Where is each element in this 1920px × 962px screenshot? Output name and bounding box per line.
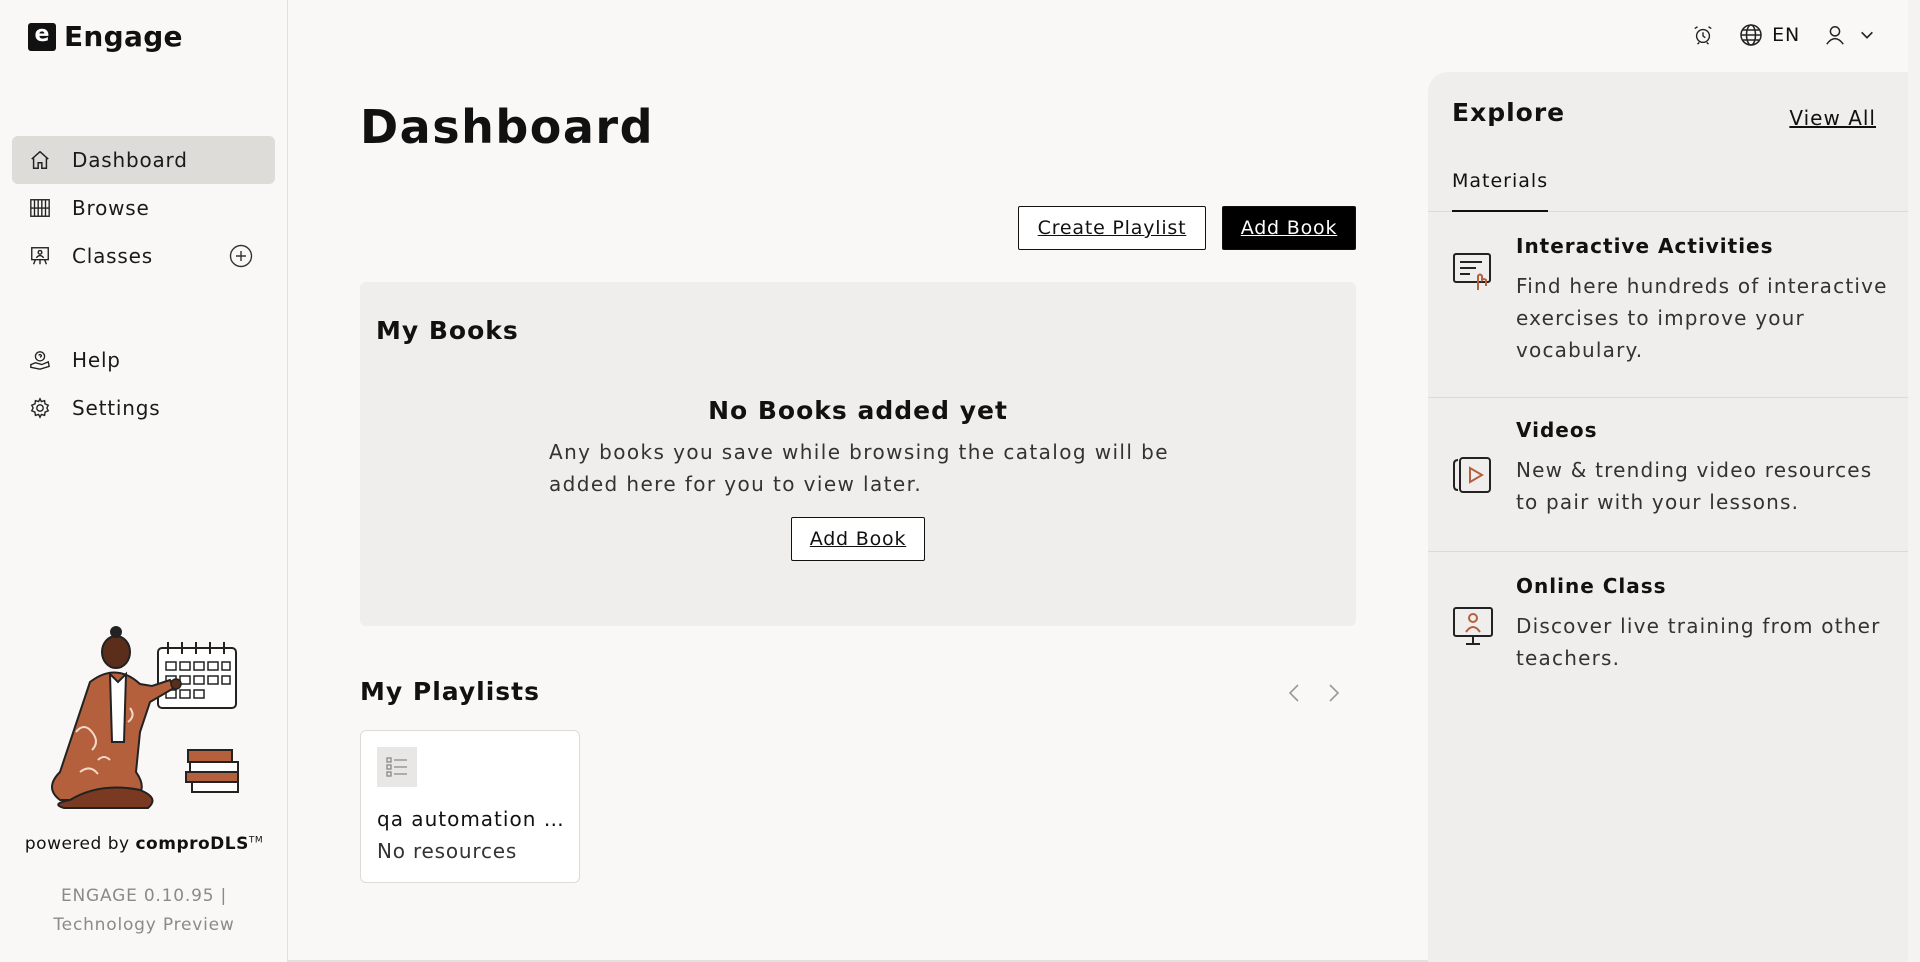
trademark-mark: TM bbox=[248, 835, 264, 846]
explore-item-description: New & trending video resources to pair w… bbox=[1516, 458, 1873, 514]
sidebar-item-label: Classes bbox=[72, 244, 153, 268]
user-icon bbox=[1822, 22, 1848, 48]
sidebar-item-classes[interactable]: Classes bbox=[12, 232, 275, 280]
empty-state-text: Any books you save while browsing the ca… bbox=[549, 440, 1169, 496]
powered-prefix: powered by bbox=[24, 834, 130, 854]
sidebar-item-label: Settings bbox=[72, 396, 161, 420]
sidebar-item-label: Help bbox=[72, 348, 121, 372]
teacher-illustration bbox=[40, 622, 250, 810]
home-icon bbox=[28, 148, 52, 172]
playlist-resource-count: No resources bbox=[377, 839, 518, 863]
explore-item-online-class[interactable]: Online Class Discover live training from… bbox=[1428, 552, 1908, 706]
video-icon bbox=[1452, 454, 1494, 496]
playlist-name: qa automation playlist bbox=[377, 807, 567, 831]
version-label: Technology Preview bbox=[53, 915, 235, 935]
explore-item-description: Find here hundreds of interactive exerci… bbox=[1516, 274, 1888, 362]
explore-item-description: Discover live training from other teache… bbox=[1516, 614, 1881, 670]
add-class-icon[interactable] bbox=[229, 244, 253, 268]
globe-icon bbox=[1738, 22, 1764, 48]
explore-panel: Explore View All Materials Interactive A… bbox=[1428, 72, 1908, 962]
empty-state-title: No Books added yet bbox=[708, 396, 1008, 425]
sidebar-nav: Dashboard Browse Classes Help Settings bbox=[12, 136, 275, 432]
view-all-link[interactable]: View All bbox=[1789, 106, 1876, 130]
sidebar-item-label: Browse bbox=[72, 196, 150, 220]
empty-add-book-button[interactable]: Add Book bbox=[791, 517, 925, 561]
online-class-icon bbox=[1452, 604, 1494, 646]
sidebar-item-settings[interactable]: Settings bbox=[12, 384, 275, 432]
explore-item-interactive-activities[interactable]: Interactive Activities Find here hundred… bbox=[1428, 212, 1908, 398]
classroom-icon bbox=[28, 244, 52, 268]
window-scrollbar[interactable] bbox=[1908, 0, 1920, 962]
explore-title: Explore bbox=[1452, 98, 1566, 127]
powered-by: powered by comproDLSTM bbox=[0, 834, 288, 854]
logo-mark: e bbox=[28, 22, 56, 51]
bookshelf-icon bbox=[28, 196, 52, 220]
interactive-activity-icon bbox=[1452, 250, 1494, 292]
header-actions: EN bbox=[1690, 22, 1880, 48]
chevron-down-icon bbox=[1854, 22, 1880, 48]
version-number: ENGAGE 0.10.95 | bbox=[60, 886, 228, 906]
sidebar-item-help[interactable]: Help bbox=[12, 336, 275, 384]
add-book-button[interactable]: Add Book bbox=[1222, 206, 1356, 250]
explore-item-title: Videos bbox=[1516, 418, 1598, 442]
explore-item-title: Online Class bbox=[1516, 574, 1667, 598]
playlist-card[interactable]: qa automation playlist No resources bbox=[360, 730, 580, 883]
playlist-list-icon bbox=[377, 747, 417, 787]
sidebar-item-dashboard[interactable]: Dashboard bbox=[12, 136, 275, 184]
help-support-icon bbox=[28, 348, 52, 372]
sidebar: e Engage Dashboard Browse Classes Help S… bbox=[0, 0, 288, 962]
version-info: ENGAGE 0.10.95 | Technology Preview bbox=[0, 882, 288, 940]
language-selector[interactable]: EN bbox=[1738, 22, 1800, 48]
my-playlists-title: My Playlists bbox=[360, 677, 541, 706]
sidebar-item-label: Dashboard bbox=[72, 148, 188, 172]
sidebar-item-browse[interactable]: Browse bbox=[12, 184, 275, 232]
playlist-carousel-controls bbox=[1284, 680, 1344, 706]
powered-brand: comproDLS bbox=[135, 834, 249, 854]
create-playlist-button[interactable]: Create Playlist bbox=[1018, 206, 1206, 250]
my-books-section: My Books No Books added yet Any books yo… bbox=[360, 282, 1356, 626]
explore-tabs: Materials bbox=[1428, 166, 1908, 212]
language-code: EN bbox=[1772, 24, 1800, 46]
explore-item-title: Interactive Activities bbox=[1516, 234, 1774, 258]
app-logo[interactable]: e Engage bbox=[28, 20, 183, 53]
user-menu[interactable] bbox=[1822, 22, 1880, 48]
my-books-title: My Books bbox=[376, 316, 519, 345]
app-name: Engage bbox=[64, 20, 183, 53]
gear-icon bbox=[28, 396, 52, 420]
tab-materials[interactable]: Materials bbox=[1452, 166, 1549, 212]
alarm-icon[interactable] bbox=[1690, 22, 1716, 48]
chevron-right-icon[interactable] bbox=[1324, 680, 1344, 706]
chevron-left-icon[interactable] bbox=[1284, 680, 1304, 706]
page-title: Dashboard bbox=[360, 100, 655, 154]
explore-item-videos[interactable]: Videos New & trending video resources to… bbox=[1428, 398, 1908, 552]
